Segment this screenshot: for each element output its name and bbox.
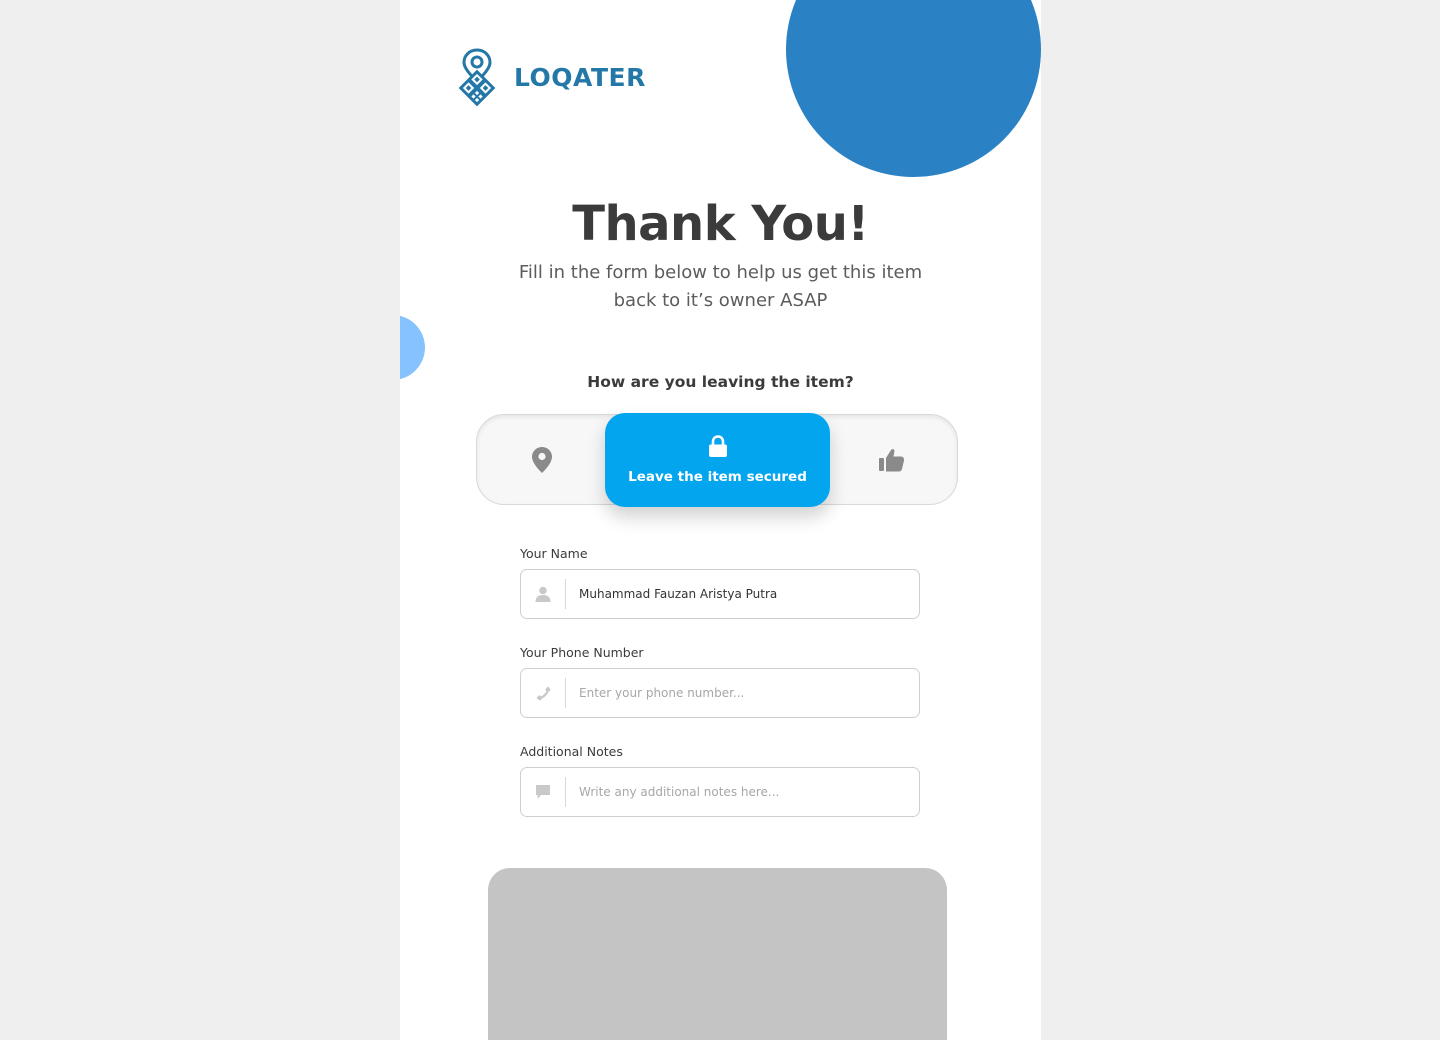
page: LOQATER Thank You! Fill in the form belo… — [400, 0, 1041, 1040]
decorative-circle-small — [400, 315, 425, 380]
decorative-circle-large — [786, 0, 1041, 177]
user-icon — [521, 579, 566, 609]
placeholder-card — [488, 868, 947, 1040]
thumbs-up-icon — [879, 448, 905, 471]
subtitle-line-1: Fill in the form below to help us get th… — [518, 262, 923, 283]
lock-icon — [708, 435, 727, 457]
notes-field[interactable] — [520, 767, 920, 817]
name-input[interactable] — [577, 586, 919, 602]
name-field[interactable] — [520, 569, 920, 619]
phone-label: Your Phone Number — [520, 645, 644, 660]
brand-logo[interactable]: LOQATER — [454, 47, 646, 107]
leave-method-question: How are you leaving the item? — [587, 373, 854, 391]
page-subtitle: Fill in the form below to help us get th… — [400, 259, 1041, 315]
chat-bubble-icon — [521, 777, 566, 807]
page-title: Thank You! — [572, 196, 869, 252]
leave-option-secured-label: Leave the item secured — [628, 469, 807, 485]
notes-input[interactable] — [577, 784, 919, 800]
name-label: Your Name — [520, 546, 588, 561]
leave-option-handover[interactable] — [827, 415, 957, 504]
phone-icon — [521, 678, 566, 708]
phone-input[interactable] — [577, 685, 919, 701]
map-pin-qr-logo-icon — [458, 48, 496, 107]
map-pin-icon — [532, 446, 552, 473]
leave-option-location[interactable] — [477, 415, 607, 504]
brand-name: LOQATER — [514, 62, 646, 92]
notes-label: Additional Notes — [520, 744, 623, 759]
phone-field[interactable] — [520, 668, 920, 718]
leave-option-secured[interactable]: Leave the item secured — [605, 413, 830, 507]
subtitle-line-2: back to it’s owner ASAP — [613, 290, 828, 311]
